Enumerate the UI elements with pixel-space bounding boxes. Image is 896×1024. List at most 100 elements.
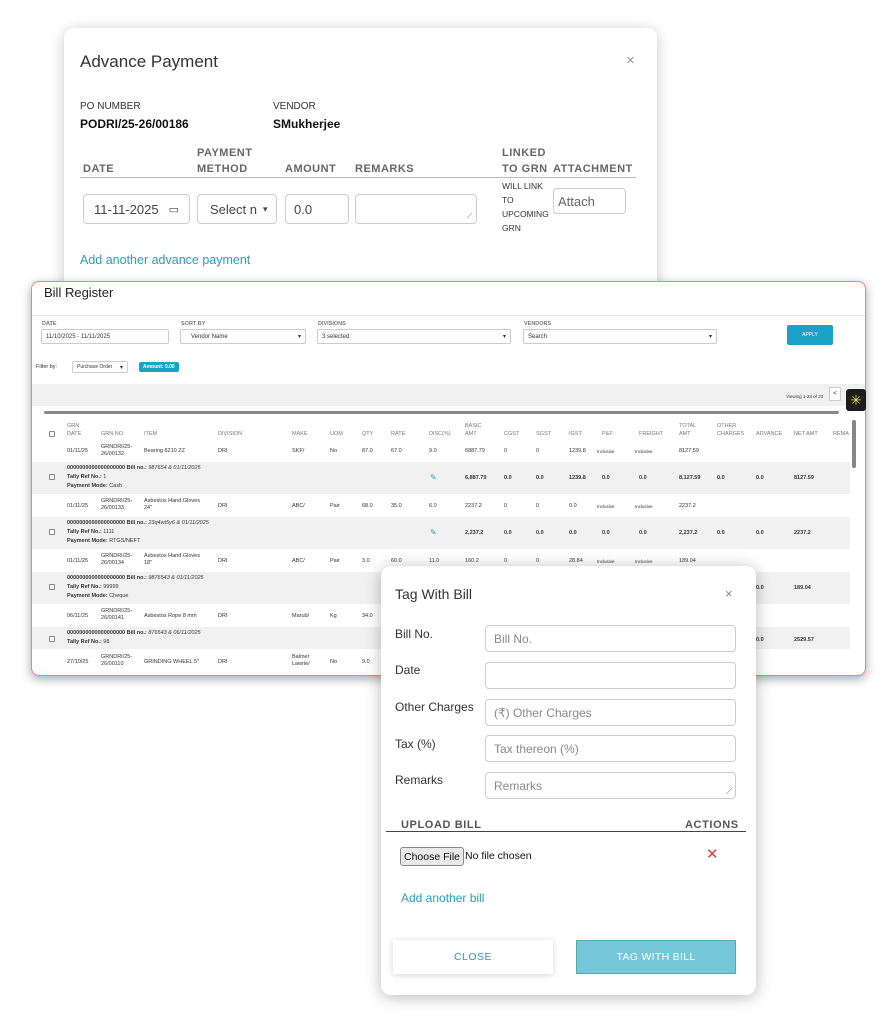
cell-item: Bearing 6210 ZZ [144, 448, 185, 454]
choose-file-button[interactable]: Choose File [400, 847, 464, 866]
bill-info: 0000000000000000000 Bill no.: 987654 & 0… [67, 465, 201, 472]
cell-basic-amt: 6887.79 [465, 448, 485, 454]
chevron-down-icon: ▾ [262, 203, 268, 214]
add-another-bill-link[interactable]: Add another bill [401, 891, 484, 905]
cell-igst: 28.84 [569, 558, 583, 564]
amount-input[interactable]: 0.0 [285, 194, 349, 224]
cell-grn-no: 26/00133 [101, 505, 124, 511]
header-uom: UOM [330, 431, 343, 437]
cell-freight: Inclusive [635, 449, 653, 454]
chevron-down-icon: ▾ [119, 364, 123, 371]
date-range-input[interactable]: 11/10/2025 - 11/11/2025 [41, 329, 169, 344]
tax-input[interactable]: Tax thereon (%) [485, 735, 736, 762]
vendors-value: Search [528, 333, 548, 340]
date-input[interactable] [485, 662, 736, 689]
header-grn-date: GRN [67, 423, 80, 429]
cell-rate: 67.0 [391, 448, 402, 454]
linked-line: UPCOMING [502, 209, 549, 219]
add-advance-payment-link[interactable]: Add another advance payment [80, 253, 250, 267]
edit-pencil-icon[interactable]: ✎ [430, 473, 437, 482]
bill-igst: 0.0 [569, 530, 577, 536]
amount-badge: Amount: 0.00 [139, 362, 179, 372]
cell-rate: 60.0 [391, 558, 402, 564]
mode-value: RTGS/NEFT [109, 538, 141, 544]
sort-by-select[interactable]: Vendor Name ▾ [180, 329, 306, 344]
bill-info: 0000000000000000000 Bill no.: 876543 & 0… [67, 630, 201, 637]
cell-make: Balmer [292, 654, 310, 660]
header-cgst: CGST [504, 431, 520, 437]
linked-header-2: TO GRN [502, 163, 548, 175]
tally-ref: Tally Ref No.: 98 [67, 639, 109, 646]
pagination-bar [32, 384, 865, 406]
vertical-scrollbar[interactable] [852, 420, 856, 468]
bill-sgst: 0.0 [536, 475, 544, 481]
delete-icon[interactable]: ✕ [706, 845, 719, 863]
apply-button[interactable]: APPLY [787, 325, 833, 345]
prev-page-button[interactable]: < [829, 387, 841, 401]
cell-division: DRI [218, 503, 228, 509]
calendar-icon[interactable]: ▭ [169, 203, 179, 216]
filter-by-value: Purchase Order [77, 364, 113, 370]
date-input[interactable]: 11-11-2025 ▭ [83, 194, 190, 224]
header-remarks: REMA [833, 431, 849, 437]
bill-code: 0000000000000000000 [67, 465, 126, 471]
cell-make: ABC/ [292, 503, 305, 509]
cell-date: 01/11/25 [67, 558, 89, 564]
header-basic-amt: AMT [465, 431, 477, 437]
close-icon[interactable]: × [626, 52, 635, 69]
bill-net-amt: 189.04 [794, 585, 811, 591]
row-checkbox[interactable] [49, 474, 55, 480]
payment-method-select[interactable]: Select n ▾ [197, 194, 277, 224]
close-icon[interactable]: × [725, 586, 733, 601]
row-checkbox[interactable] [49, 529, 55, 535]
select-all-checkbox[interactable] [49, 431, 55, 437]
cell-grn-no: GRNDRI/25- [101, 444, 133, 450]
asterisk-widget-icon[interactable]: ✳ [846, 389, 866, 411]
bill-sgst: 0.0 [536, 530, 544, 536]
remarks-placeholder: Remarks [494, 778, 543, 793]
linked-line: TO [502, 195, 514, 205]
header-total-amt: AMT [679, 431, 691, 437]
advance-payment-title: Advance Payment [80, 52, 218, 71]
header-item: ITEM [144, 431, 158, 437]
po-number-value: PODRI/25-26/00186 [80, 117, 189, 131]
bill-cgst: 0.0 [504, 530, 512, 536]
cell-grn-no: 26/00134 [101, 560, 124, 566]
remarks-textarea[interactable]: ⟋ [355, 194, 477, 224]
cell-grn-no: 26/00110 [101, 661, 124, 667]
bill-no-input[interactable]: Bill No. [485, 625, 736, 652]
header-total-amt: TOTAL [679, 423, 697, 429]
horizontal-scrollbar[interactable] [44, 411, 839, 414]
amount-header: AMOUNT [285, 163, 337, 175]
row-checkbox[interactable] [49, 584, 55, 590]
payment-mode: Payment Mode: RTGS/NEFT [67, 538, 140, 545]
resize-handle-icon[interactable]: ⟋ [726, 787, 732, 797]
header-make: MAKE [292, 431, 308, 437]
divisions-select[interactable]: 3 selected ▾ [317, 329, 511, 344]
resize-handle-icon[interactable]: ⟋ [467, 213, 472, 221]
edit-pencil-icon[interactable]: ✎ [430, 528, 437, 537]
linked-to-grn-text: WILL LINK TO UPCOMING GRN [502, 179, 549, 235]
cell-disc: 9.0 [429, 448, 437, 454]
filter-by-select[interactable]: Purchase Order ▾ [72, 361, 128, 373]
vendors-select[interactable]: Search ▾ [523, 329, 717, 344]
remarks-header: REMARKS [355, 163, 415, 175]
bill-no-value: 9876543 & 01/11/2025 [148, 575, 204, 581]
cell-igst: 1239.8 [569, 448, 586, 454]
close-button[interactable]: CLOSE [393, 940, 553, 974]
bill-no-placeholder: Bill No. [494, 631, 533, 646]
upload-divider [386, 831, 746, 832]
header-grn-no: GRN NO. [101, 431, 125, 437]
row-checkbox[interactable] [49, 636, 55, 642]
payment-method-header-1: PAYMENT [197, 147, 253, 159]
tag-with-bill-button[interactable]: TAG WITH BILL [576, 940, 736, 974]
other-charges-input[interactable]: (₹) Other Charges [485, 699, 736, 726]
remarks-textarea[interactable]: Remarks ⟋ [485, 772, 736, 799]
mode-value: Cash [109, 483, 123, 489]
cell-uom: Pair [330, 558, 340, 564]
cell-uom: No [330, 448, 338, 454]
header-igst: IGST [569, 431, 582, 437]
attach-input[interactable]: Attach [553, 188, 626, 214]
actions-header: ACTIONS [685, 819, 739, 831]
bill-no-label: Bill no.: [126, 630, 147, 636]
